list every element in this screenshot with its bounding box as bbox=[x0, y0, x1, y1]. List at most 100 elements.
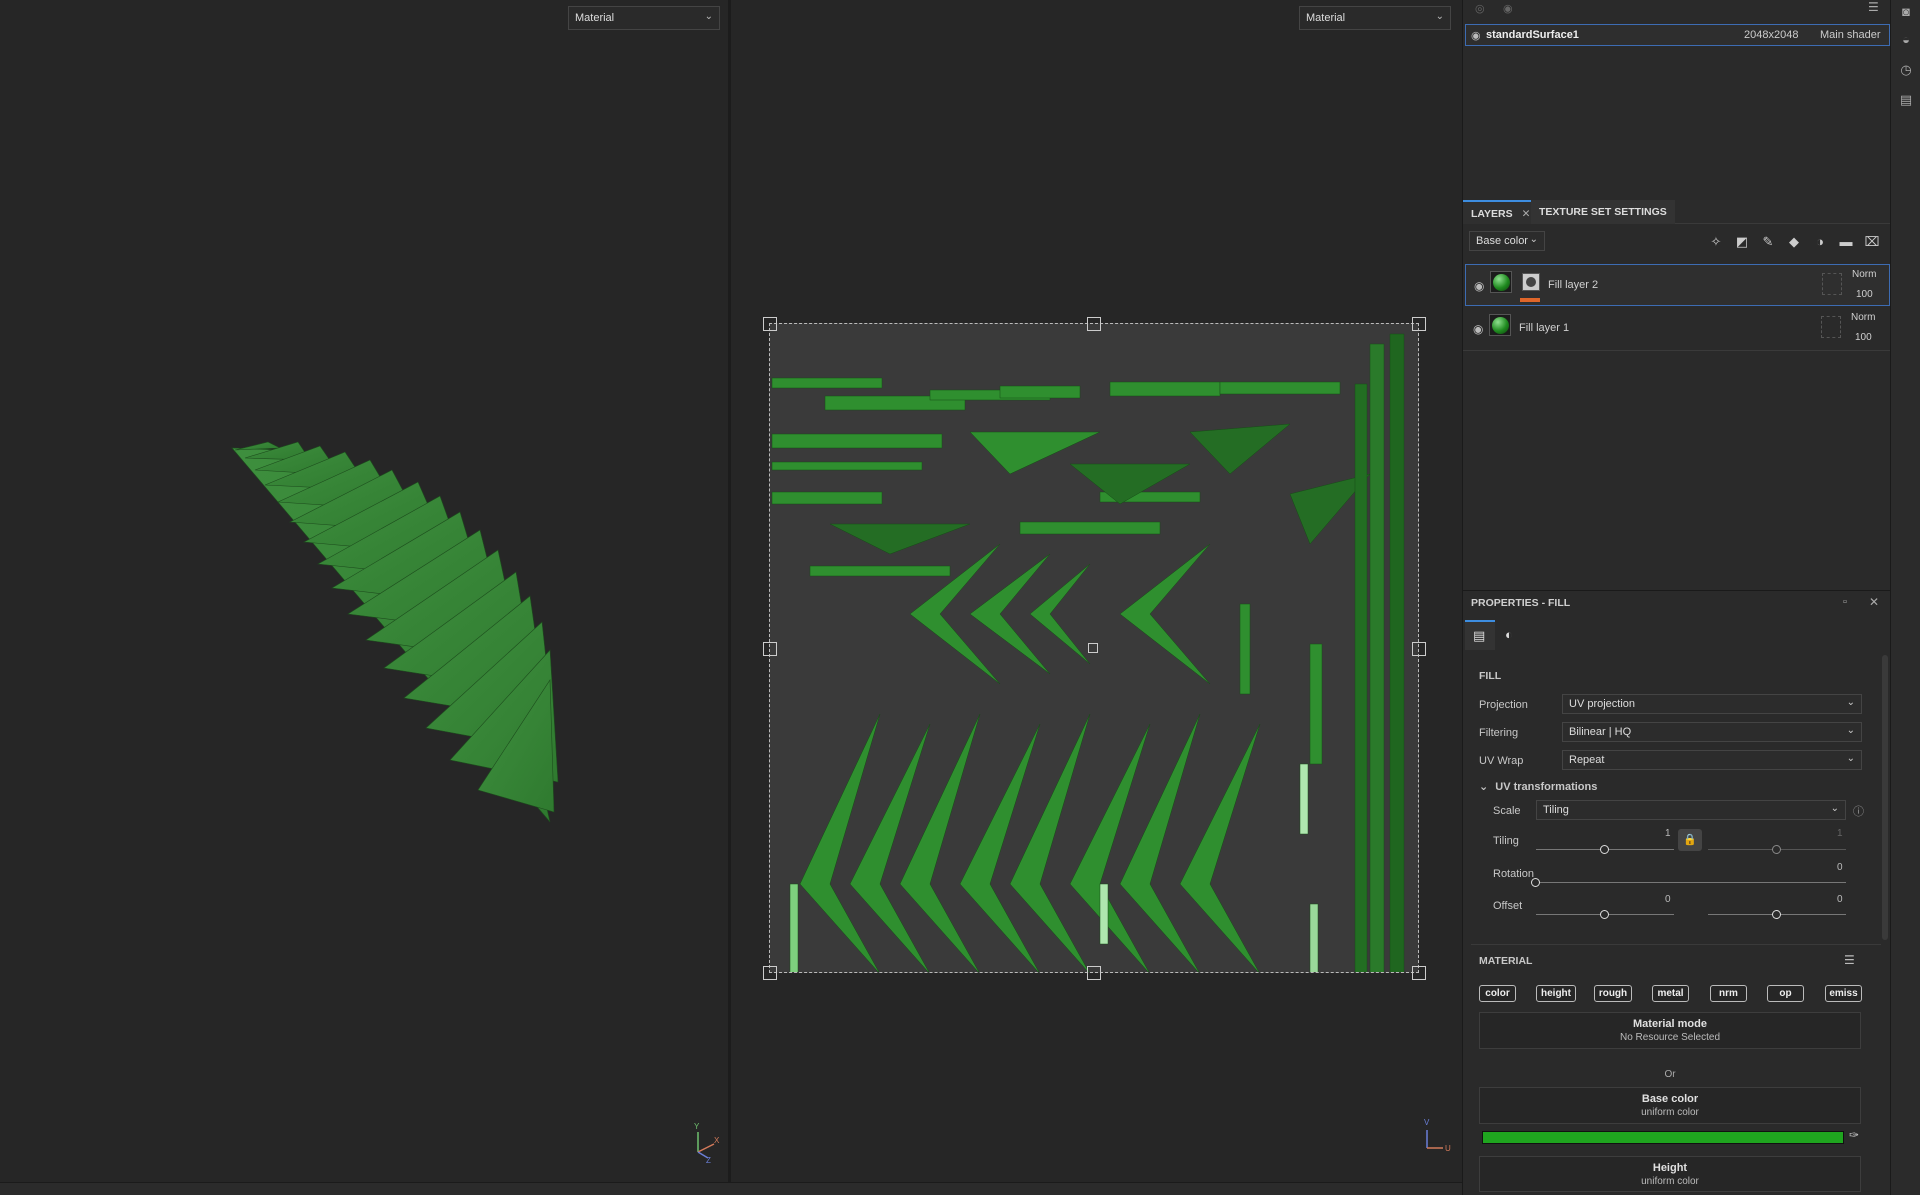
base-color-swatch[interactable] bbox=[1482, 1131, 1844, 1144]
transform-handle-top-right[interactable] bbox=[1412, 317, 1426, 331]
transform-handle-right[interactable] bbox=[1412, 642, 1426, 656]
folder-icon[interactable]: ▬ bbox=[1837, 234, 1855, 250]
layer-row-fill-layer-2[interactable]: ◉ Fill layer 2 Norm 100 bbox=[1465, 264, 1890, 306]
material-mode-slot[interactable]: Material mode No Resource Selected bbox=[1479, 1012, 1861, 1049]
tab-texture-set-settings[interactable]: TEXTURE SET SETTINGS bbox=[1531, 200, 1675, 224]
uv-transformations-title: UV transformations bbox=[1495, 781, 1598, 793]
smart-material-icon[interactable]: ◑ bbox=[1811, 234, 1829, 250]
texture-set-shader: Main shader bbox=[1820, 29, 1881, 41]
base-color-title: Base color bbox=[1641, 1093, 1699, 1105]
close-icon[interactable]: ✕ bbox=[1522, 208, 1531, 220]
undock-icon[interactable]: ▫ bbox=[1843, 596, 1847, 608]
close-icon[interactable]: ✕ bbox=[1869, 595, 1879, 609]
channel-toggle-color[interactable]: color bbox=[1479, 985, 1516, 1002]
tab-texture-set-settings-label: TEXTURE SET SETTINGS bbox=[1539, 206, 1667, 218]
scale-label: Scale bbox=[1493, 805, 1521, 817]
rotation-value[interactable]: 0 bbox=[1837, 862, 1843, 873]
filtering-select[interactable]: Bilinear | HQ ⌄ bbox=[1562, 722, 1862, 742]
channel-toggle-rough[interactable]: rough bbox=[1594, 985, 1632, 1002]
offset-slider-u-knob[interactable] bbox=[1599, 910, 1609, 919]
channel-select[interactable]: Base color ⌄ bbox=[1469, 231, 1545, 251]
scale-select[interactable]: Tiling ⌄ bbox=[1536, 800, 1846, 820]
lock-icon[interactable]: 🔒 bbox=[1678, 829, 1702, 851]
mask-thumbnail[interactable] bbox=[1522, 273, 1540, 291]
camera-icon[interactable]: ◙ bbox=[1898, 4, 1914, 20]
tab-layers[interactable]: LAYERS ✕ bbox=[1463, 200, 1539, 224]
environment-icon[interactable]: ◒ bbox=[1898, 32, 1914, 48]
offset-slider-v-knob[interactable] bbox=[1771, 910, 1781, 919]
side-toolbar: ◙ ◒ ◷ ▤ bbox=[1890, 0, 1920, 1195]
transform-handle-top-left[interactable] bbox=[763, 317, 777, 331]
transform-handle-bottom-right[interactable] bbox=[1412, 966, 1426, 980]
channel-toggle-nrm[interactable]: nrm bbox=[1710, 985, 1747, 1002]
uvwrap-select[interactable]: Repeat ⌄ bbox=[1562, 750, 1862, 770]
viewport-2d-material-select[interactable]: Material ⌄ bbox=[1299, 6, 1451, 30]
transform-pivot-handle[interactable] bbox=[1088, 643, 1098, 653]
texture-set-row[interactable]: ◉ standardSurface1 2048x2048 Main shader bbox=[1465, 24, 1890, 46]
history-icon[interactable]: ◷ bbox=[1898, 62, 1914, 78]
axis-y-label: Y bbox=[694, 1122, 700, 1131]
fill-bucket-icon[interactable]: ◆ bbox=[1785, 234, 1803, 250]
trash-icon[interactable]: ⌧ bbox=[1863, 234, 1881, 250]
chevron-down-icon: ⌄ bbox=[704, 11, 713, 22]
offset-value-v[interactable]: 0 bbox=[1837, 894, 1843, 905]
eye-icon[interactable]: ◉ bbox=[1503, 2, 1513, 15]
chevron-down-icon: ⌄ bbox=[1846, 753, 1855, 764]
tiling-value-u[interactable]: 1 bbox=[1665, 828, 1671, 839]
transform-handle-top[interactable] bbox=[1087, 317, 1101, 331]
axis-v-label: V bbox=[1424, 1118, 1430, 1127]
channel-toggle-emiss[interactable]: emiss bbox=[1825, 985, 1862, 1002]
fill-properties-icon: ▤ bbox=[1473, 628, 1486, 643]
layer-opacity[interactable]: 100 bbox=[1855, 332, 1872, 343]
transform-handle-left[interactable] bbox=[763, 642, 777, 656]
channel-toggle-op[interactable]: op bbox=[1767, 985, 1804, 1002]
viewport-3d[interactable]: Material ⌄ Y X Z bbox=[0, 0, 728, 1182]
channel-toggle-height[interactable]: height bbox=[1536, 985, 1576, 1002]
layers-tabbar: LAYERS ✕ TEXTURE SET SETTINGS bbox=[1463, 200, 1891, 224]
layer-thumbnail bbox=[1489, 314, 1511, 336]
menu-icon[interactable]: ☰ bbox=[1868, 0, 1879, 14]
transform-handle-bottom-left[interactable] bbox=[763, 966, 777, 980]
layer-blend-mode[interactable]: Norm bbox=[1852, 269, 1876, 280]
tab-material-properties[interactable]: ◐ bbox=[1497, 622, 1525, 650]
layer-blend-mode[interactable]: Norm bbox=[1851, 312, 1875, 323]
log-icon[interactable]: ▤ bbox=[1898, 92, 1914, 108]
tiling-slider-u-knob[interactable] bbox=[1599, 845, 1609, 854]
material-options-icon[interactable]: ☰ bbox=[1844, 953, 1855, 967]
eye-icon[interactable]: ◉ bbox=[1471, 29, 1481, 42]
scale-value: Tiling bbox=[1543, 804, 1569, 816]
transform-handle-bottom[interactable] bbox=[1087, 966, 1101, 980]
eye-icon[interactable]: ◉ bbox=[1474, 279, 1484, 293]
layer-opacity[interactable]: 100 bbox=[1856, 289, 1873, 300]
material-mode-title: Material mode bbox=[1633, 1018, 1707, 1030]
rotation-slider[interactable] bbox=[1536, 882, 1846, 883]
viewport-3d-material-select[interactable]: Material ⌄ bbox=[568, 6, 720, 30]
properties-scrollbar[interactable] bbox=[1882, 655, 1888, 940]
leaf-mesh-3d[interactable] bbox=[220, 430, 560, 840]
chevron-down-icon: ⌄ bbox=[1830, 803, 1839, 814]
base-color-subtitle: uniform color bbox=[1641, 1107, 1699, 1118]
info-icon[interactable]: ⓘ bbox=[1853, 803, 1864, 819]
rotation-slider-knob[interactable] bbox=[1531, 878, 1540, 887]
offset-value-u[interactable]: 0 bbox=[1665, 894, 1671, 905]
base-color-slot[interactable]: Base color uniform color bbox=[1479, 1087, 1861, 1124]
layer-row-fill-layer-1[interactable]: ◉ Fill layer 1 Norm 100 bbox=[1465, 308, 1890, 350]
projection-select[interactable]: UV projection ⌄ bbox=[1562, 694, 1862, 714]
eyedropper-icon[interactable]: ✑ bbox=[1849, 1128, 1859, 1142]
channel-toggle-metal[interactable]: metal bbox=[1652, 985, 1689, 1002]
magic-wand-icon[interactable]: ✧ bbox=[1707, 234, 1725, 250]
viewport-2d[interactable]: Material ⌄ V U bbox=[731, 0, 1462, 1182]
layer-name[interactable]: Fill layer 2 bbox=[1548, 279, 1598, 291]
mask-indicator bbox=[1520, 298, 1540, 302]
axis-u-label: U bbox=[1445, 1144, 1451, 1153]
hidden-eye-icon[interactable]: ◎ bbox=[1475, 2, 1485, 15]
tab-fill-properties[interactable]: ▤ bbox=[1465, 620, 1495, 650]
paint-brush-icon[interactable]: ✎ bbox=[1759, 234, 1777, 250]
layer-name[interactable]: Fill layer 1 bbox=[1519, 322, 1569, 334]
eye-icon[interactable]: ◉ bbox=[1473, 322, 1483, 336]
height-slot[interactable]: Height uniform color bbox=[1479, 1156, 1861, 1192]
tiling-value-v: 1 bbox=[1837, 828, 1843, 839]
chevron-down-icon: ⌄ bbox=[1529, 234, 1538, 245]
add-mask-icon[interactable]: ◩ bbox=[1733, 234, 1751, 250]
uv-transformations-toggle[interactable]: ⌄ UV transformations bbox=[1479, 780, 1597, 793]
